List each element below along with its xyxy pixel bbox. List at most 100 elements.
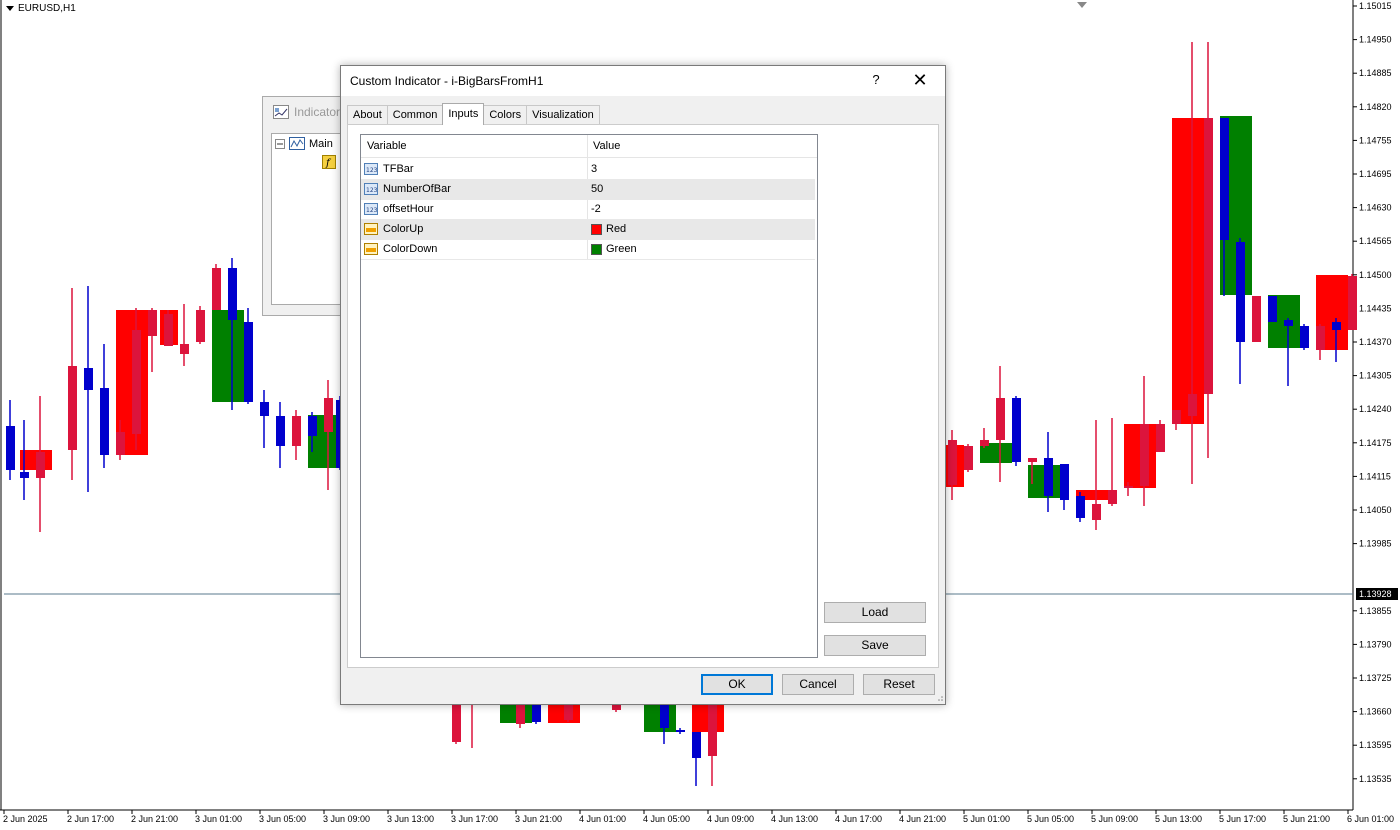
table-row[interactable]: 123 offsetHour -2 [361, 200, 815, 220]
candle-body [1236, 242, 1245, 342]
candle-body [1348, 276, 1357, 330]
candle-body [532, 702, 541, 722]
inputs-grid[interactable]: Variable Value 123 TFBar 3 123 NumberOfB… [360, 134, 818, 658]
candle-body [100, 388, 109, 455]
price-label: 1.13725 [1359, 673, 1392, 683]
help-button[interactable]: ? [863, 72, 889, 90]
candle-body [68, 366, 77, 450]
candle-body [324, 398, 333, 432]
cancel-button[interactable]: Cancel [782, 674, 854, 695]
time-label: 3 Jun 17:00 [451, 814, 498, 824]
candle-body [1060, 464, 1069, 500]
dropdown-triangle-icon[interactable] [6, 6, 14, 11]
time-label: 3 Jun 09:00 [323, 814, 370, 824]
tree-item-main[interactable]: Main [275, 137, 333, 150]
price-label: 1.14435 [1359, 303, 1392, 313]
time-label: 5 Jun 17:00 [1219, 814, 1266, 824]
column-header-variable[interactable]: Variable [367, 140, 407, 152]
svg-text:123: 123 [366, 167, 378, 174]
candle-body [228, 268, 237, 320]
candle-body [1092, 504, 1101, 520]
tab-common[interactable]: Common [386, 105, 444, 124]
time-label: 6 Jun 01:00 [1347, 814, 1394, 824]
grid-header: Variable Value [361, 135, 817, 158]
candle-body [292, 416, 301, 446]
custom-indicator-icon: f [322, 155, 336, 169]
candle-body [1076, 496, 1085, 518]
color-swatch-red [591, 223, 602, 235]
time-label: 5 Jun 09:00 [1091, 814, 1138, 824]
candle-body [116, 432, 125, 455]
price-label: 1.14305 [1359, 371, 1392, 381]
candle-body [1268, 296, 1277, 322]
chart-shift-arrow-icon[interactable] [1077, 2, 1087, 8]
main-window-icon [289, 137, 305, 150]
collapse-icon[interactable] [275, 138, 285, 149]
svg-text:123: 123 [366, 187, 378, 194]
price-label: 1.14500 [1359, 270, 1392, 280]
candle-body [148, 310, 157, 336]
custom-indicator-dialog[interactable]: Custom Indicator - i-BigBarsFromH1 ? ✕ A… [340, 65, 946, 705]
number-icon: 123 [364, 203, 378, 215]
candle-body [1028, 458, 1037, 462]
resize-grip-icon[interactable] [935, 694, 943, 702]
candle-body [1188, 394, 1197, 416]
table-row[interactable]: ColorDown Green [361, 240, 815, 260]
dialog-titlebar[interactable]: Custom Indicator - i-BigBarsFromH1 ? ✕ [341, 66, 945, 96]
value-text: 3 [591, 163, 598, 175]
tab-about[interactable]: About [347, 105, 388, 124]
tree-item-indicator[interactable]: f [322, 155, 336, 169]
variable-value[interactable]: 50 [591, 183, 603, 195]
candle-body [1300, 326, 1309, 348]
save-button[interactable]: Save [824, 635, 926, 656]
candle-body [964, 446, 973, 470]
time-label: 2 Jun 2025 [3, 814, 48, 824]
candle-body [1108, 490, 1117, 504]
symbol-text: EURUSD,H1 [18, 3, 76, 14]
value-text: Green [606, 243, 637, 255]
candle-body [196, 310, 205, 342]
candle-body [1124, 486, 1133, 488]
current-price-label: 1.13928 [1359, 589, 1392, 599]
number-icon: 123 [364, 183, 378, 195]
table-row[interactable]: 123 NumberOfBar 50 [361, 180, 815, 200]
time-label: 4 Jun 05:00 [643, 814, 690, 824]
time-label: 3 Jun 13:00 [387, 814, 434, 824]
variable-value[interactable]: Green [591, 243, 637, 255]
reset-button[interactable]: Reset [863, 674, 935, 695]
color-icon [364, 223, 378, 235]
ok-button[interactable]: OK [701, 674, 773, 695]
variable-value[interactable]: -2 [591, 203, 601, 215]
candle-body [132, 330, 141, 434]
table-row[interactable]: 123 TFBar 3 [361, 160, 815, 180]
candle-body [1140, 424, 1149, 486]
value-text: 50 [591, 183, 604, 195]
price-label: 1.14565 [1359, 236, 1392, 246]
variable-value[interactable]: 3 [591, 163, 597, 175]
tab-visualization[interactable]: Visualization [526, 105, 600, 124]
table-row[interactable]: ColorUp Red [361, 220, 815, 240]
tab-inputs[interactable]: Inputs [442, 103, 485, 125]
close-icon[interactable]: ✕ [907, 70, 933, 92]
column-header-value[interactable]: Value [593, 140, 620, 152]
price-label: 1.14820 [1359, 102, 1392, 112]
indicators-icon [273, 105, 289, 119]
inputs-panel: Variable Value 123 TFBar 3 123 NumberOfB… [347, 124, 939, 668]
price-label: 1.14695 [1359, 169, 1392, 179]
candle-body [212, 268, 221, 310]
variable-name: TFBar [383, 163, 414, 175]
variable-name: ColorUp [383, 223, 424, 235]
candle-body [308, 416, 317, 436]
tab-colors[interactable]: Colors [483, 105, 528, 124]
color-swatch-green [591, 243, 602, 255]
dialog-title: Custom Indicator - i-BigBarsFromH1 [350, 74, 544, 88]
price-label: 1.14950 [1359, 35, 1392, 45]
variable-name: offsetHour [383, 203, 434, 215]
time-label: 4 Jun 09:00 [707, 814, 754, 824]
load-button[interactable]: Load [824, 602, 926, 623]
time-label: 5 Jun 13:00 [1155, 814, 1202, 824]
candle-body [708, 702, 717, 756]
value-text: -2 [591, 203, 601, 215]
variable-value[interactable]: Red [591, 223, 626, 235]
candle-body [1172, 410, 1181, 424]
